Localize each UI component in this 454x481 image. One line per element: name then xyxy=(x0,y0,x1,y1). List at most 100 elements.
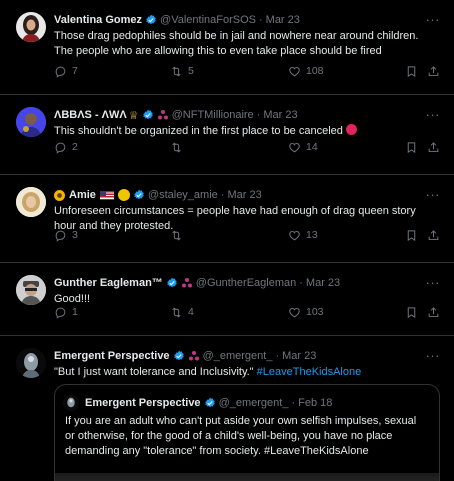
display-name[interactable]: Gunther Eagleman™ xyxy=(54,277,163,289)
reply-button[interactable]: 7 xyxy=(54,65,78,78)
like-count: 103 xyxy=(306,306,324,318)
like-button[interactable]: 14 xyxy=(288,141,318,154)
share-button[interactable] xyxy=(427,306,440,319)
thinking-emoji xyxy=(117,189,130,201)
quoted-user-handle: @_emergent_ xyxy=(218,397,289,409)
timestamp[interactable]: Mar 23 xyxy=(266,14,300,26)
like-icon xyxy=(288,65,301,78)
user-handle[interactable]: @NFTMillionaire xyxy=(172,109,254,121)
share-icon xyxy=(427,65,440,78)
like-icon xyxy=(288,306,301,319)
like-count: 14 xyxy=(306,141,318,153)
user-handle[interactable]: @_emergent_ xyxy=(203,350,273,362)
tweet-feed: Valentina Gomez @ValentinaForSOS · Mar 2… xyxy=(0,0,454,481)
display-name[interactable]: ΛBBΛS - ΛWΛ xyxy=(54,109,127,121)
avatar[interactable] xyxy=(16,187,46,217)
retweet-button[interactable] xyxy=(170,141,188,154)
user-handle[interactable]: @ValentinaForSOS xyxy=(160,14,256,26)
timestamp[interactable]: Mar 23 xyxy=(263,109,297,121)
hashtag-link[interactable]: #LeaveTheKidsAlone xyxy=(257,366,362,378)
tweet[interactable]: Amie @staley_amie · Mar 23 ··· Unforesee… xyxy=(0,175,454,263)
tweet-header: Emergent Perspective @_emergent_ · Mar 2… xyxy=(54,348,440,364)
share-icon xyxy=(427,141,440,154)
display-name[interactable]: Emergent Perspective xyxy=(54,350,170,362)
tweet-content: Gunther Eagleman™ @GuntherEagleman · Mar… xyxy=(54,275,440,307)
like-icon xyxy=(288,229,301,242)
tweet-header: Gunther Eagleman™ @GuntherEagleman · Mar… xyxy=(54,275,440,291)
quoted-tweet[interactable]: Emergent Perspective @_emergent_ · Feb 1… xyxy=(54,384,440,481)
tweet-header: ΛBBΛS - ΛWΛ ♕ @NFTMillionaire · Mar 23 xyxy=(54,107,440,123)
share-button[interactable] xyxy=(427,229,440,242)
reply-button[interactable]: 1 xyxy=(54,306,78,319)
verified-icon xyxy=(173,350,185,362)
more-icon[interactable]: ··· xyxy=(426,107,441,122)
affiliate-icon xyxy=(157,109,169,121)
bookmark-button[interactable] xyxy=(405,306,418,319)
timestamp[interactable]: Mar 23 xyxy=(282,350,316,362)
like-button[interactable]: 13 xyxy=(288,229,318,242)
timestamp[interactable]: Mar 23 xyxy=(227,189,261,201)
verified-icon xyxy=(204,397,216,409)
quoted-media[interactable] xyxy=(55,473,439,481)
more-icon[interactable]: ··· xyxy=(426,187,441,202)
display-name[interactable]: Valentina Gomez xyxy=(54,14,142,26)
separator: · xyxy=(256,109,261,121)
verified-icon xyxy=(142,109,154,121)
crown-emoji: ♕ xyxy=(128,109,139,122)
reply-icon xyxy=(54,229,67,242)
bookmark-icon xyxy=(405,306,418,319)
retweet-button[interactable]: 4 xyxy=(170,306,194,319)
tweet-content: ΛBBΛS - ΛWΛ ♕ @NFTMillionaire · Mar 23 ·… xyxy=(54,107,440,139)
share-icon xyxy=(427,229,440,242)
retweet-button[interactable] xyxy=(170,229,188,242)
share-button[interactable] xyxy=(427,141,440,154)
avatar[interactable] xyxy=(16,107,46,137)
like-count: 13 xyxy=(306,229,318,241)
avatar[interactable] xyxy=(16,275,46,305)
separator: · xyxy=(275,350,280,362)
tweet-header: Amie @staley_amie · Mar 23 xyxy=(54,187,440,203)
separator: · xyxy=(258,14,263,26)
bookmark-button[interactable] xyxy=(405,141,418,154)
reply-button[interactable]: 2 xyxy=(54,141,78,154)
quoted-tweet-text: If you are an adult who can't put aside … xyxy=(65,415,417,457)
retweet-icon xyxy=(170,141,183,154)
tweet[interactable]: ΛBBΛS - ΛWΛ ♕ @NFTMillionaire · Mar 23 ·… xyxy=(0,95,454,175)
retweet-icon xyxy=(170,65,183,78)
tweet[interactable]: Emergent Perspective @_emergent_ · Mar 2… xyxy=(0,336,454,481)
tweet-header: Valentina Gomez @ValentinaForSOS · Mar 2… xyxy=(54,12,440,28)
tweet[interactable]: Gunther Eagleman™ @GuntherEagleman · Mar… xyxy=(0,263,454,336)
like-button[interactable]: 103 xyxy=(288,306,324,319)
reply-icon xyxy=(54,65,67,78)
avatar[interactable] xyxy=(16,348,46,378)
tweet-text: Unforeseen circumstances = people have h… xyxy=(54,205,416,232)
tweet-text: This shouldn't be organized in the first… xyxy=(54,124,440,139)
tweet-text: Those drag pedophiles should be in jail … xyxy=(54,30,419,57)
tweet[interactable]: Valentina Gomez @ValentinaForSOS · Mar 2… xyxy=(0,0,454,95)
sunflower-emoji xyxy=(54,189,65,201)
reply-count: 2 xyxy=(72,141,78,153)
more-icon[interactable]: ··· xyxy=(426,348,441,363)
retweet-button[interactable]: 5 xyxy=(170,65,194,78)
display-name[interactable]: Amie xyxy=(69,189,96,201)
more-icon[interactable]: ··· xyxy=(426,275,441,290)
user-handle[interactable]: @staley_amie xyxy=(148,189,218,201)
angry-emoji xyxy=(345,124,357,135)
reply-icon xyxy=(54,141,67,154)
separator: · xyxy=(291,397,296,409)
like-button[interactable]: 108 xyxy=(288,65,324,78)
retweet-icon xyxy=(170,306,183,319)
separator: · xyxy=(220,189,225,201)
reply-button[interactable]: 3 xyxy=(54,229,78,242)
avatar[interactable] xyxy=(16,12,46,42)
share-button[interactable] xyxy=(427,65,440,78)
timestamp[interactable]: Mar 23 xyxy=(306,277,340,289)
retweet-icon xyxy=(170,229,183,242)
retweet-count: 5 xyxy=(188,65,194,77)
user-handle[interactable]: @GuntherEagleman xyxy=(196,277,296,289)
bookmark-button[interactable] xyxy=(405,65,418,78)
bookmark-button[interactable] xyxy=(405,229,418,242)
more-icon[interactable]: ··· xyxy=(426,12,441,27)
reply-count: 1 xyxy=(72,306,78,318)
bookmark-icon xyxy=(405,229,418,242)
